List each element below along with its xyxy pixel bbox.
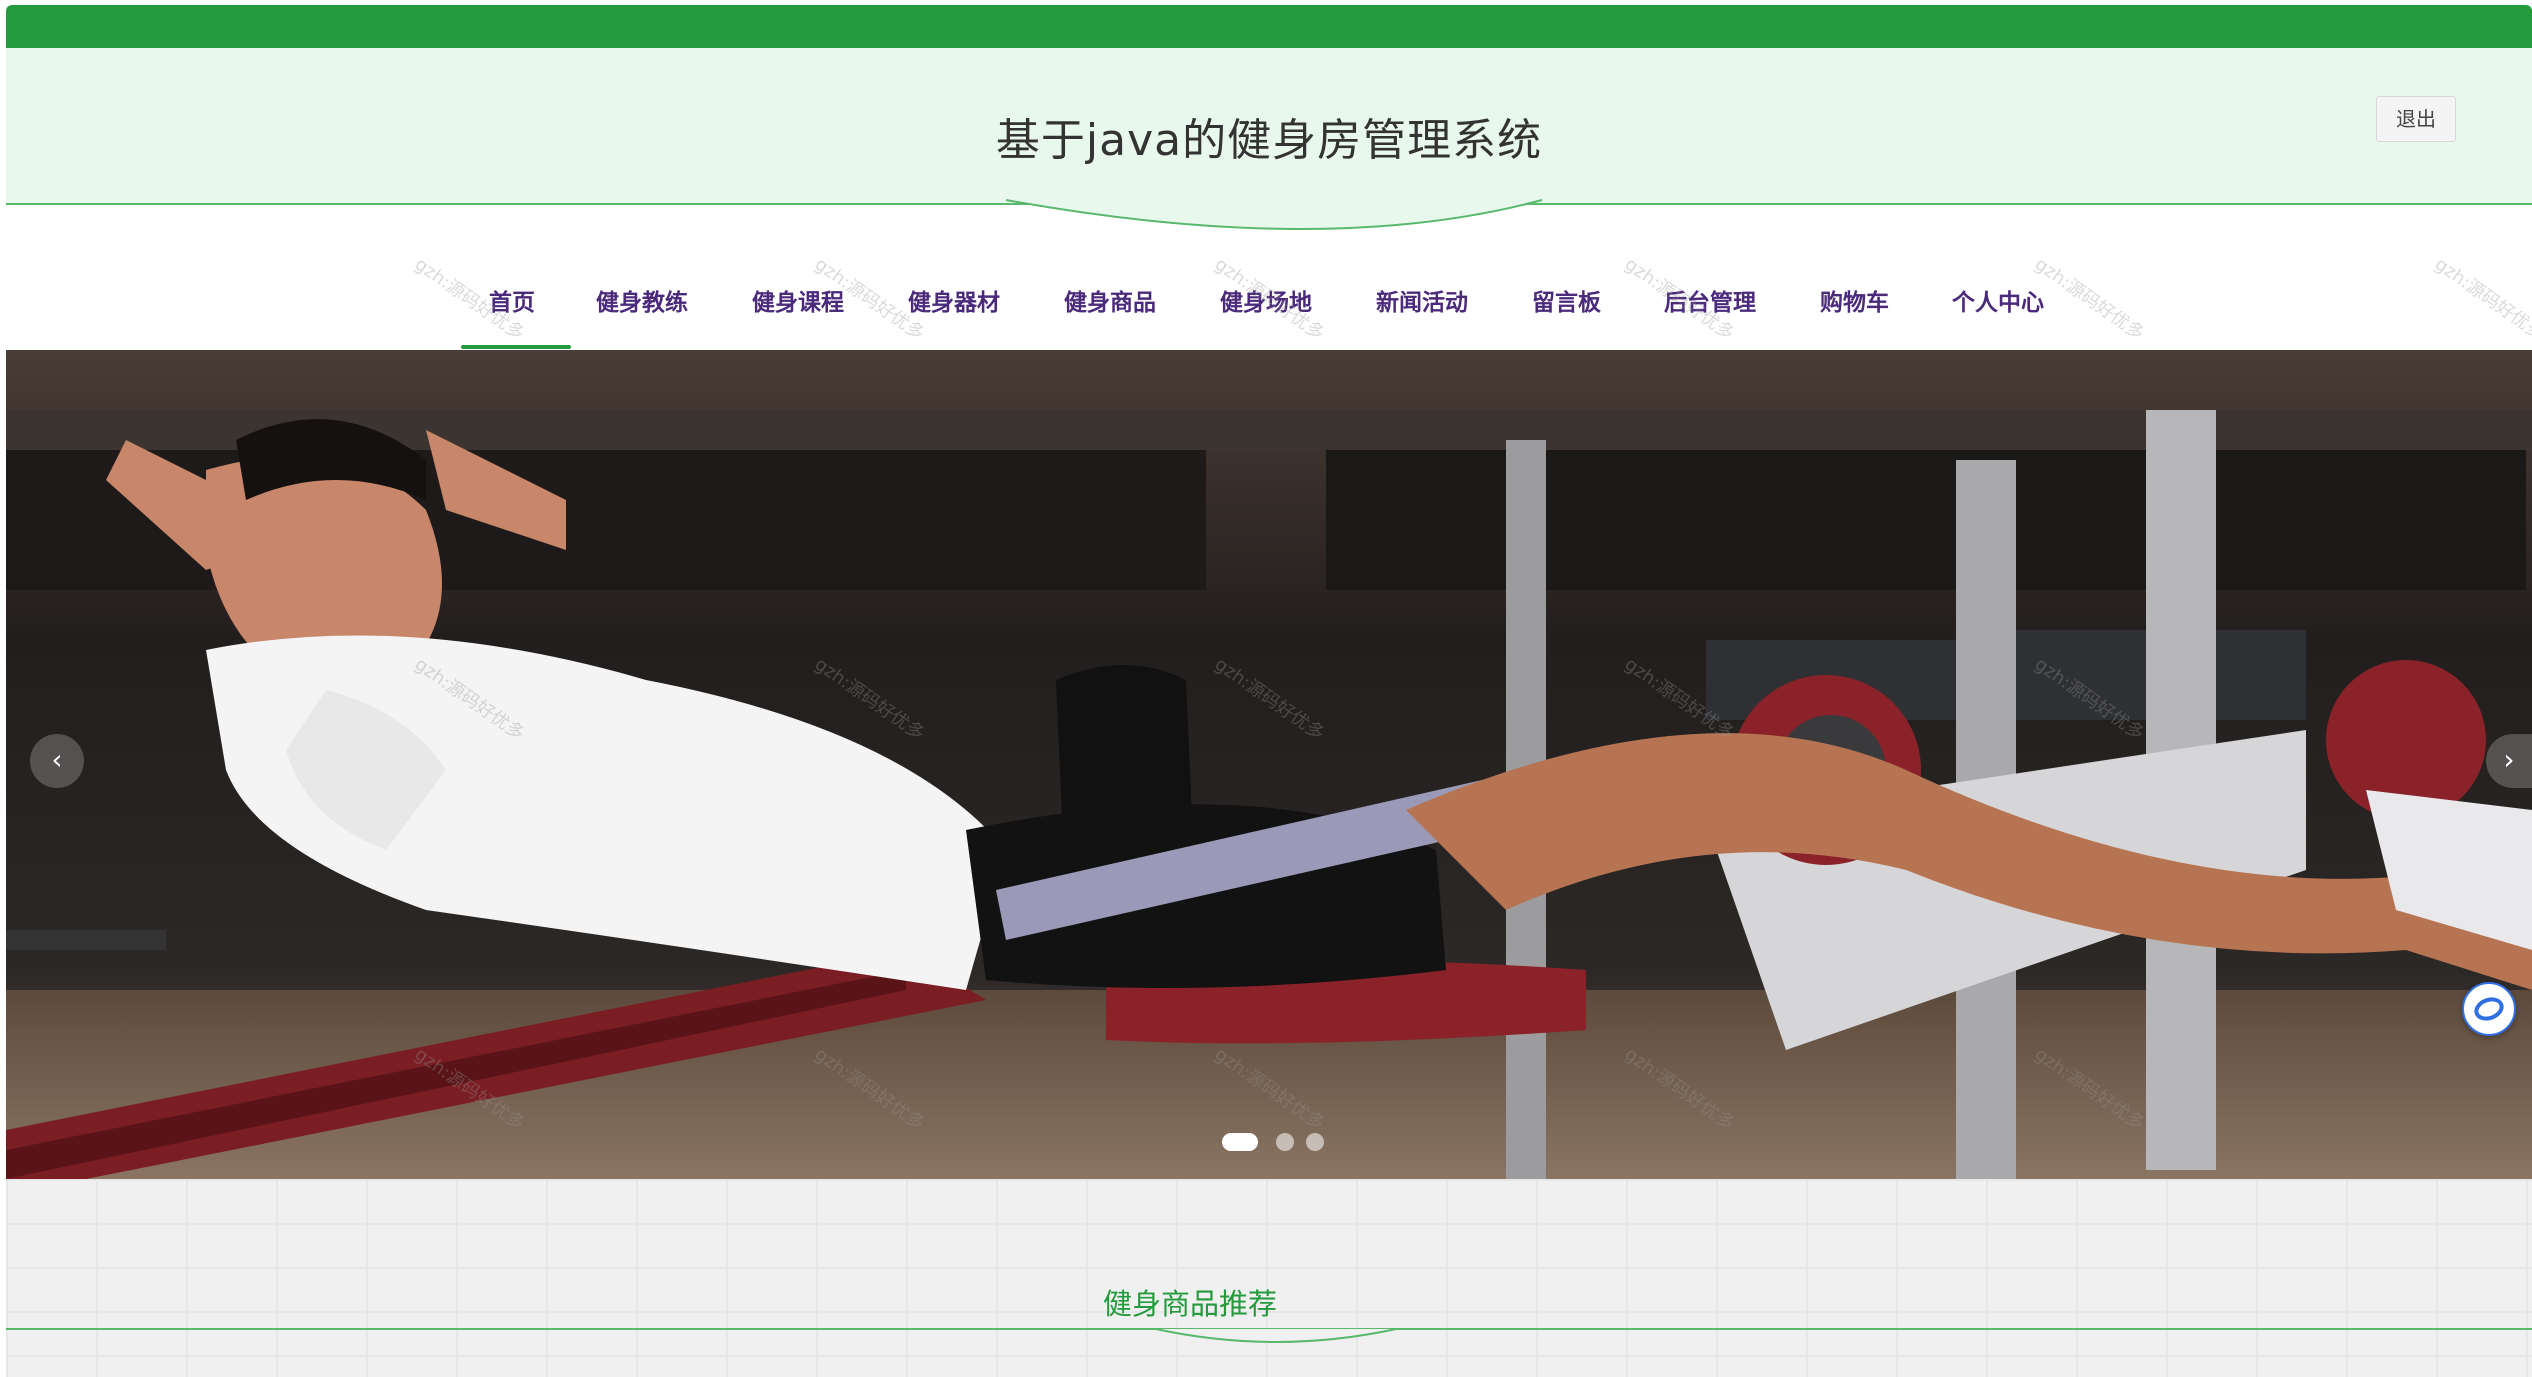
- nav-item-admin[interactable]: 后台管理: [1664, 283, 1756, 317]
- nav-item-cart[interactable]: 购物车: [1820, 283, 1889, 317]
- nav-active-indicator: [461, 345, 571, 349]
- nav-item-profile[interactable]: 个人中心: [1952, 283, 2044, 317]
- main-nav: 首页 健身教练 健身课程 健身器材 健身商品 健身场地 新闻活动 留言板 后台管…: [6, 267, 2532, 349]
- carousel-dot-1[interactable]: [1222, 1133, 1258, 1151]
- section-title: 健身商品推荐: [1102, 1287, 1277, 1321]
- recommended-products-section: 健身商品推荐: [6, 1179, 2532, 1377]
- page-frame: 基于java的健身房管理系统 退出 首页 健身教练 健身课程 健身器材 健身商品…: [6, 5, 2532, 1377]
- chat-bubble-icon: [2474, 997, 2504, 1021]
- logout-button[interactable]: 退出: [2376, 96, 2456, 142]
- chevron-left-icon: ‹: [51, 743, 63, 776]
- carousel-prev-button[interactable]: ‹: [30, 734, 84, 788]
- nav-item-home[interactable]: 首页: [489, 283, 535, 317]
- nav-item-messages[interactable]: 留言板: [1532, 283, 1601, 317]
- gym-banner-image: [6, 350, 2532, 1179]
- section-wave-divider: [6, 1328, 2532, 1343]
- nav-item-coaches[interactable]: 健身教练: [596, 283, 688, 317]
- carousel-dot-2[interactable]: [1276, 1133, 1294, 1151]
- carousel-dot-3[interactable]: [1306, 1133, 1324, 1151]
- nav-item-news[interactable]: 新闻活动: [1376, 283, 1468, 317]
- nav-item-equipment[interactable]: 健身器材: [908, 283, 1000, 317]
- chevron-right-icon: ›: [2503, 743, 2515, 776]
- top-bar: [6, 5, 2532, 48]
- chat-service-button[interactable]: [2462, 982, 2516, 1036]
- nav-item-venues[interactable]: 健身场地: [1220, 283, 1312, 317]
- hero-carousel[interactable]: ‹ ›: [6, 350, 2532, 1179]
- carousel-next-button[interactable]: ›: [2486, 734, 2532, 788]
- nav-item-products[interactable]: 健身商品: [1064, 283, 1156, 317]
- nav-item-courses[interactable]: 健身课程: [752, 283, 844, 317]
- site-title: 基于java的健身房管理系统: [995, 115, 1543, 166]
- site-header: 基于java的健身房管理系统 退出: [6, 48, 2532, 205]
